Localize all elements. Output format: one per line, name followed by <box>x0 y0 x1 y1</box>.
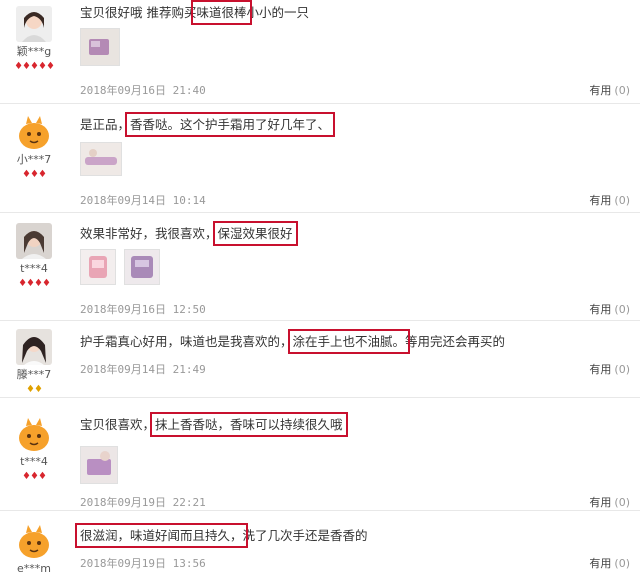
review-date: 2018年09月14日 21:49 <box>80 363 206 376</box>
useful-button[interactable]: 有用 (0) <box>589 301 630 317</box>
avatar[interactable] <box>16 329 52 365</box>
review-photos <box>80 142 122 176</box>
review-item: t***4 ♦♦♦ 宝贝很喜欢，抹上香香哒，香味可以持续很久哦 2018年09月… <box>0 398 640 510</box>
avatar[interactable] <box>16 416 52 452</box>
reviewer-name: e***m <box>17 562 51 575</box>
review-text: 是正品，香香哒。这个护手霜用了好几年了、 <box>80 112 336 137</box>
reviewer-info: e***m <box>8 523 60 576</box>
reviewer-info: 小***7 ♦♦♦ <box>8 114 60 181</box>
reviewer-info: t***4 ♦♦♦ <box>8 416 60 483</box>
reviewer-name: 滕***7 <box>16 368 52 381</box>
review-photo[interactable] <box>124 249 160 285</box>
review-date: 2018年09月16日 21:40 <box>80 84 206 97</box>
reviewer-name: t***4 <box>20 262 48 275</box>
useful-button[interactable]: 有用 (0) <box>589 192 630 208</box>
reviewer-info: t***4 ♦♦♦♦ <box>8 223 60 290</box>
review-photos <box>80 249 160 285</box>
review-text: 宝贝很喜欢，抹上香香哒，香味可以持续很久哦 <box>80 412 348 437</box>
review-item: 滕***7 ♦♦ 护手霜真心好用，味道也是我喜欢的，涂在手上也不油腻。等用完还会… <box>0 321 640 397</box>
review-photos <box>80 446 118 484</box>
reviewer-name: 颖***g <box>16 45 52 58</box>
reviewer-name: t***4 <box>20 455 48 468</box>
reviewer-rank-icon: ♦♦ <box>26 384 43 395</box>
review-item: e***m 很滋润，味道好闻而且持久，洗了几次手还是香香的 2018年09月19… <box>0 511 640 586</box>
avatar[interactable] <box>16 114 52 150</box>
highlighted-phrase: 保湿效果很好 <box>212 221 298 246</box>
useful-button[interactable]: 有用 (0) <box>589 361 630 377</box>
review-photo[interactable] <box>80 142 122 176</box>
review-text: 宝贝很好哦 推荐购买味道很棒小小的一只 <box>80 0 310 25</box>
highlighted-phrase: 涂在手上也不油腻。 <box>287 329 411 354</box>
avatar[interactable] <box>16 223 52 259</box>
review-item: 颖***g ♦♦♦♦♦ 宝贝很好哦 推荐购买味道很棒小小的一只 2018年09月… <box>0 0 640 103</box>
reviewer-rank-icon: ♦♦♦♦ <box>18 278 51 289</box>
review-photo[interactable] <box>80 249 116 285</box>
review-date: 2018年09月16日 12:50 <box>80 303 206 316</box>
avatar[interactable] <box>16 6 52 42</box>
reviewer-rank-icon: ♦♦♦ <box>22 169 47 180</box>
reviewer-info: 滕***7 ♦♦ <box>8 329 60 396</box>
review-date: 2018年09月14日 10:14 <box>80 194 206 207</box>
reviewer-info: 颖***g ♦♦♦♦♦ <box>8 6 60 73</box>
review-date: 2018年09月19日 22:21 <box>80 496 206 509</box>
useful-button[interactable]: 有用 (0) <box>589 82 630 98</box>
review-item: t***4 ♦♦♦♦ 效果非常好，我很喜欢，保湿效果很好 2018年09月16日… <box>0 213 640 320</box>
review-text: 护手霜真心好用，味道也是我喜欢的，涂在手上也不油腻。等用完还会再买的 <box>80 329 506 354</box>
highlighted-phrase: 很滋润，味道好闻而且持久， <box>75 523 248 548</box>
highlighted-phrase: 香香哒。这个护手霜用了好几年了、 <box>125 112 336 137</box>
highlighted-phrase: 抹上香香哒，香味可以持续很久哦 <box>150 412 348 437</box>
review-photo[interactable] <box>80 446 118 484</box>
reviewer-name: 小***7 <box>16 153 52 166</box>
review-photos <box>80 28 120 66</box>
review-text: 效果非常好，我很喜欢，保湿效果很好 <box>80 221 298 246</box>
reviewer-rank-icon: ♦♦♦ <box>22 471 47 482</box>
review-date: 2018年09月19日 13:56 <box>80 557 206 570</box>
useful-button[interactable]: 有用 (0) <box>589 494 630 510</box>
avatar[interactable] <box>16 523 52 559</box>
reviewer-rank-icon: ♦♦♦♦♦ <box>14 61 55 72</box>
review-item: 小***7 ♦♦♦ 是正品，香香哒。这个护手霜用了好几年了、 2018年09月1… <box>0 104 640 212</box>
review-text: 很滋润，味道好闻而且持久，洗了几次手还是香香的 <box>75 523 368 548</box>
useful-button[interactable]: 有用 (0) <box>589 555 630 571</box>
highlighted-phrase: 味道很棒 <box>191 0 252 25</box>
review-photo[interactable] <box>80 28 120 66</box>
